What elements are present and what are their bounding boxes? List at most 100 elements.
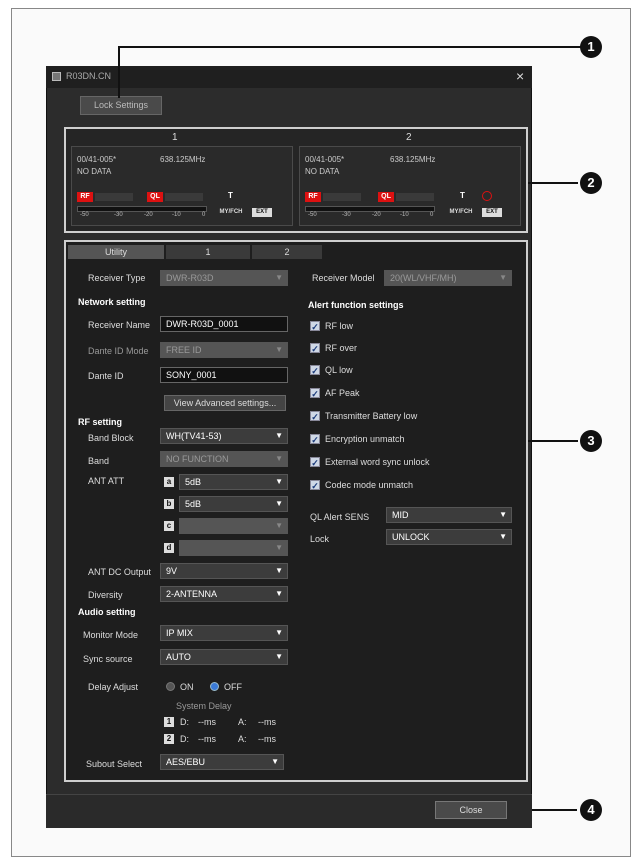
delay-row-2-a: A: bbox=[238, 734, 247, 744]
band-select: NO FUNCTION ▼ bbox=[160, 451, 288, 467]
dropdown-arrow-icon: ▼ bbox=[275, 454, 283, 463]
dropdown-arrow-icon: ▼ bbox=[275, 345, 283, 354]
ant-c-att-select: ▼ bbox=[179, 518, 288, 534]
dropdown-arrow-icon: ▼ bbox=[275, 477, 283, 486]
subout-select-label: Subout Select bbox=[86, 759, 143, 769]
delay-row-1-a: A: bbox=[238, 717, 247, 727]
dropdown-arrow-icon: ▼ bbox=[275, 652, 283, 661]
view-advanced-settings-button[interactable]: View Advanced settings... bbox=[164, 395, 286, 411]
system-delay-label: System Delay bbox=[176, 701, 232, 711]
channel-2-mute-icon bbox=[482, 191, 492, 201]
channel-1-antenna-icon: T bbox=[228, 191, 233, 200]
dante-id-input[interactable]: SONY_0001 bbox=[160, 367, 288, 383]
ant-b-att-value: 5dB bbox=[185, 499, 202, 509]
callout-4: 4 bbox=[580, 799, 602, 821]
monitor-mode-value: IP MIX bbox=[166, 628, 193, 638]
delay-row-2-a-value: --ms bbox=[258, 734, 276, 744]
diversity-label: Diversity bbox=[88, 590, 123, 600]
scale-label: -10 bbox=[400, 212, 409, 218]
channel-2-ext-tag: EXT bbox=[482, 208, 502, 217]
delay-adjust-off-radio[interactable] bbox=[210, 682, 219, 691]
dropdown-arrow-icon: ▼ bbox=[275, 566, 283, 575]
monitor-mode-select[interactable]: IP MIX ▼ bbox=[160, 625, 288, 641]
dropdown-arrow-icon: ▼ bbox=[275, 543, 283, 552]
channel-1-ext-tag: EXT bbox=[252, 208, 272, 217]
ant-b-att-select[interactable]: 5dB ▼ bbox=[179, 496, 288, 512]
delay-row-2-badge: 2 bbox=[164, 734, 174, 744]
receiver-name-input[interactable]: DWR-R03D_0001 bbox=[160, 316, 288, 332]
tab-channel-2[interactable]: 2 bbox=[252, 245, 322, 259]
alert-encryption-checkbox[interactable]: ✓ bbox=[310, 434, 320, 445]
ant-a-att-select[interactable]: 5dB ▼ bbox=[179, 474, 288, 490]
dropdown-arrow-icon: ▼ bbox=[275, 589, 283, 598]
app-icon bbox=[52, 72, 61, 81]
delay-row-2-d: D: bbox=[180, 734, 189, 744]
receiver-type-value: DWR-R03D bbox=[166, 273, 214, 283]
dropdown-arrow-icon: ▼ bbox=[275, 273, 283, 282]
ql-alert-sens-select[interactable]: MID ▼ bbox=[386, 507, 512, 523]
scale-label: -30 bbox=[114, 212, 123, 218]
receiver-model-value: 20(WL/VHF/MH) bbox=[390, 273, 457, 283]
lock-label: Lock bbox=[310, 534, 330, 544]
scale-label: -20 bbox=[372, 212, 381, 218]
sync-source-select[interactable]: AUTO ▼ bbox=[160, 649, 288, 665]
dropdown-arrow-icon: ▼ bbox=[275, 628, 283, 637]
diversity-select[interactable]: 2-ANTENNA ▼ bbox=[160, 586, 288, 602]
dante-id-label: Dante ID bbox=[88, 371, 124, 381]
ant-b-badge: b bbox=[164, 499, 174, 509]
callout-2-leader bbox=[528, 182, 578, 184]
channel-1-ql-indicator: QL bbox=[147, 192, 163, 202]
alert-battery-low-checkbox[interactable]: ✓ bbox=[310, 411, 320, 422]
dropdown-arrow-icon: ▼ bbox=[271, 757, 279, 766]
tab-channel-1[interactable]: 1 bbox=[166, 245, 250, 259]
alert-encryption-label: Encryption unmatch bbox=[325, 434, 405, 444]
ant-dc-output-value: 9V bbox=[166, 566, 178, 576]
network-setting-header: Network setting bbox=[78, 297, 146, 307]
window-close-icon[interactable]: × bbox=[516, 68, 524, 84]
channel-1-freq: 638.125MHz bbox=[160, 155, 206, 164]
dropdown-arrow-icon: ▼ bbox=[275, 521, 283, 530]
receiver-model-label: Receiver Model bbox=[312, 273, 375, 283]
band-block-value: WH(TV41-53) bbox=[166, 431, 222, 441]
tab-utility[interactable]: Utility bbox=[68, 245, 164, 259]
lock-select[interactable]: UNLOCK ▼ bbox=[386, 529, 512, 545]
channel-1-ql-bar bbox=[165, 193, 203, 201]
subout-select[interactable]: AES/EBU ▼ bbox=[160, 754, 284, 770]
channel-2-ql-bar bbox=[396, 193, 434, 201]
callout-1: 1 bbox=[580, 36, 602, 58]
ant-d-badge: d bbox=[164, 543, 174, 553]
ant-d-att-select: ▼ bbox=[179, 540, 288, 556]
delay-row-2-d-value: --ms bbox=[198, 734, 216, 744]
callout-1-leader-v bbox=[118, 46, 120, 98]
band-block-label: Band Block bbox=[88, 433, 134, 443]
channel-2-freq: 638.125MHz bbox=[390, 155, 436, 164]
subout-value: AES/EBU bbox=[166, 757, 206, 767]
close-button[interactable]: Close bbox=[435, 801, 507, 819]
ant-a-badge: a bbox=[164, 477, 174, 487]
window-title: R03DN.CN bbox=[66, 71, 112, 81]
lock-settings-button[interactable]: Lock Settings bbox=[80, 96, 162, 115]
channel-2-ql-indicator: QL bbox=[378, 192, 394, 202]
channel-2-antenna-icon: T bbox=[460, 191, 465, 200]
channel-1-rf-bar bbox=[95, 193, 133, 201]
receiver-model-select: 20(WL/VHF/MH) ▼ bbox=[384, 270, 512, 286]
scale-label: -50 bbox=[308, 212, 317, 218]
sync-source-value: AUTO bbox=[166, 652, 191, 662]
alert-rf-low-checkbox[interactable]: ✓ bbox=[310, 321, 320, 332]
alert-codec-mode-checkbox[interactable]: ✓ bbox=[310, 480, 320, 491]
alert-word-sync-checkbox[interactable]: ✓ bbox=[310, 457, 320, 468]
delay-adjust-on-radio[interactable] bbox=[166, 682, 175, 691]
alert-rf-over-checkbox[interactable]: ✓ bbox=[310, 343, 320, 354]
delay-row-1-d: D: bbox=[180, 717, 189, 727]
channel-1-group: 00/41-005* bbox=[77, 155, 117, 164]
band-block-select[interactable]: WH(TV41-53) ▼ bbox=[160, 428, 288, 444]
diversity-value: 2-ANTENNA bbox=[166, 589, 218, 599]
alert-af-peak-checkbox[interactable]: ✓ bbox=[310, 388, 320, 399]
ant-c-badge: c bbox=[164, 521, 174, 531]
dropdown-arrow-icon: ▼ bbox=[499, 532, 507, 541]
channel-2-rf-bar bbox=[323, 193, 361, 201]
ant-dc-output-select[interactable]: 9V ▼ bbox=[160, 563, 288, 579]
ant-att-label: ANT ATT bbox=[88, 476, 125, 486]
callout-2: 2 bbox=[580, 172, 602, 194]
alert-ql-low-checkbox[interactable]: ✓ bbox=[310, 365, 320, 376]
